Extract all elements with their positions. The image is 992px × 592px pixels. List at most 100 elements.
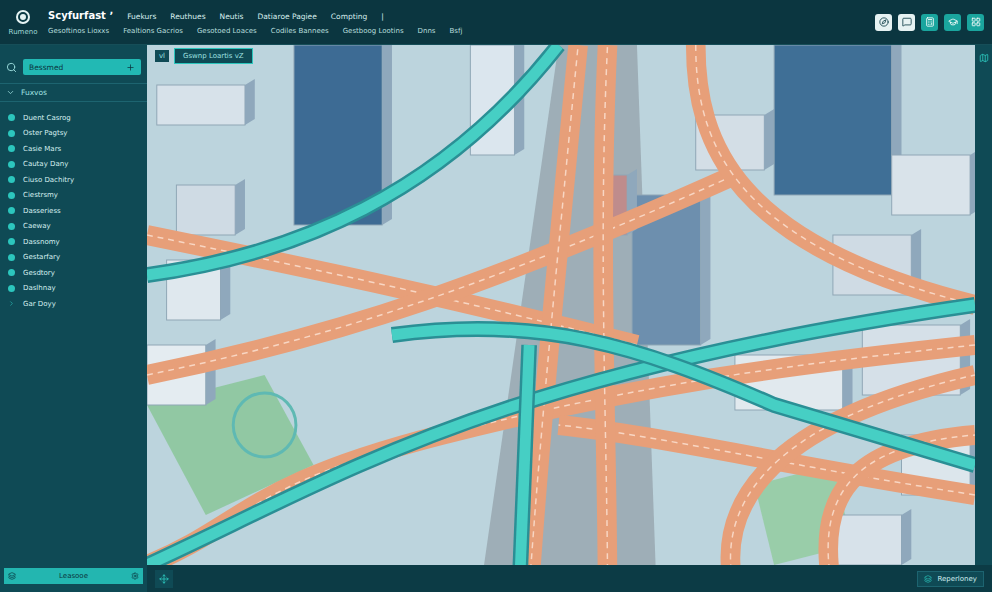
sidebar-item[interactable]: Duent Casrog <box>8 112 139 124</box>
building <box>833 509 911 565</box>
tool-icon <box>971 17 981 27</box>
logo-icon <box>15 9 31 25</box>
sidebar-item[interactable]: Caeway <box>8 221 139 233</box>
tool-icon <box>925 17 935 27</box>
sidebar-item-label: Gar Doyy <box>23 300 56 308</box>
submenu-item[interactable]: Gesotoed Loaces <box>197 27 257 35</box>
overpass <box>147 45 559 275</box>
sidebar-item-label: Casie Mars <box>23 145 61 153</box>
road <box>147 175 735 375</box>
sidebar-item[interactable]: Cautay Dany <box>8 159 139 171</box>
status-box[interactable]: Reperloney <box>917 571 984 587</box>
building <box>892 149 975 215</box>
layers-icon <box>8 572 16 580</box>
footer-button-label: Leasooe <box>59 572 88 580</box>
tool-button[interactable] <box>875 14 892 31</box>
add-icon[interactable] <box>126 63 135 72</box>
sidebar-item-label: Caeway <box>23 222 51 230</box>
menu-item[interactable]: Fuekurs <box>127 12 156 21</box>
tool-icon <box>902 17 912 27</box>
sidebar-item-label: Duent Casrog <box>23 114 71 122</box>
map-icon[interactable] <box>979 53 989 63</box>
logo[interactable]: Rumeno <box>0 0 46 44</box>
menu-row: Scyfurfast ʼ Fuekurs Reuthues Neutis Datiaro… <box>48 10 867 21</box>
chevron-down-icon <box>6 88 15 97</box>
sidebar-item[interactable]: Dassnomy <box>8 236 139 248</box>
sidebar-item[interactable]: Dasseriess <box>8 205 139 217</box>
road <box>603 45 607 565</box>
search-value: Bessmed <box>29 63 63 72</box>
submenu-item[interactable]: Fealtions Gacrios <box>123 27 183 35</box>
menu-item[interactable]: Reuthues <box>170 12 205 21</box>
sidebar-item-label: Oster Pagtsy <box>23 129 68 137</box>
section-title: Fuxvos <box>21 88 47 97</box>
sidebar-item-label: Ciestrsmy <box>23 191 58 199</box>
submenu-item[interactable]: Bsfj <box>450 27 463 35</box>
road <box>147 345 975 565</box>
map-tab[interactable]: Gswnp Loartis vZ <box>174 48 253 64</box>
menu-item[interactable]: Neutis <box>220 12 244 21</box>
tool-icon <box>879 17 889 27</box>
overpass <box>392 329 975 465</box>
sidebar-item[interactable]: Gestarfary <box>8 252 139 264</box>
search-field[interactable]: Bessmed <box>23 59 141 75</box>
move-button[interactable] <box>155 570 173 588</box>
layer-badge[interactable]: vl <box>155 50 169 62</box>
status-dot <box>8 192 15 199</box>
map-column: vl Gswnp Loartis vZ Reperloney <box>147 45 992 592</box>
roundabout <box>233 393 296 457</box>
submenu-item[interactable]: Dnns <box>418 27 436 35</box>
sidebar-item-label: Gestarfary <box>23 253 60 261</box>
layers-icon <box>924 575 932 583</box>
tool-button[interactable] <box>944 14 961 31</box>
menu-item[interactable]: Datiaroe Pagiee <box>257 12 316 21</box>
status-dot <box>8 161 15 168</box>
status-dot <box>8 223 15 230</box>
submenu-item[interactable]: Gesoftinos Lioxxs <box>48 27 109 35</box>
logo-label: Rumeno <box>9 28 38 36</box>
sidebar-item[interactable]: Gar Doyy <box>8 298 139 310</box>
top-bar: Rumeno Scyfurfast ʼ Fuekurs Reuthues Neutis D… <box>0 0 992 45</box>
sidebar-item[interactable]: Ciuso Dachitry <box>8 174 139 186</box>
status-dot <box>8 238 15 245</box>
status-dot <box>8 254 15 261</box>
sidebar-item-label: Ciuso Dachitry <box>23 176 74 184</box>
status-text: Reperloney <box>937 575 977 583</box>
status-dot <box>8 145 15 152</box>
menu-item[interactable]: | <box>381 12 384 21</box>
sidebar-item[interactable]: Daslhnay <box>8 283 139 295</box>
menu-area: Scyfurfast ʼ Fuekurs Reuthues Neutis Datiaro… <box>46 0 867 44</box>
sidebar-item-label: Cautay Dany <box>23 160 68 168</box>
sidebar-item[interactable]: Gesdtory <box>8 267 139 279</box>
move-icon <box>159 574 169 584</box>
app-title: Scyfurfast ʼ <box>48 10 113 21</box>
sidebar-item[interactable]: Ciestrsmy <box>8 190 139 202</box>
status-dot <box>8 130 15 137</box>
status-dot <box>8 176 15 183</box>
sidebar-item[interactable]: Casie Mars <box>8 143 139 155</box>
status-dot <box>8 269 15 276</box>
status-dot <box>8 114 15 121</box>
submenu-item[interactable]: Codiles Bannees <box>271 27 329 35</box>
tool-button[interactable] <box>921 14 938 31</box>
status-dot <box>8 207 15 214</box>
sidebar: Bessmed Fuxvos Duent Casrog Oster Pagtsy Cas… <box>0 45 147 592</box>
tool-button[interactable] <box>967 14 984 31</box>
sidebar-item[interactable]: Oster Pagtsy <box>8 128 139 140</box>
menu-item[interactable]: Compting <box>331 12 367 21</box>
section-header[interactable]: Fuxvos <box>0 83 147 102</box>
right-rail <box>975 45 992 565</box>
road <box>529 45 578 565</box>
map-view[interactable]: vl Gswnp Loartis vZ <box>147 45 975 565</box>
footer-button[interactable]: Leasooe <box>4 568 143 584</box>
tool-icon <box>948 17 958 27</box>
sidebar-item-label: Gesdtory <box>23 269 55 277</box>
tool-button[interactable] <box>898 14 915 31</box>
settings-icon <box>131 572 139 580</box>
tool-buttons <box>867 0 992 44</box>
city-map[interactable] <box>147 45 975 565</box>
building <box>157 79 255 125</box>
overpass <box>519 345 529 565</box>
overpass <box>147 305 975 565</box>
submenu-item[interactable]: Gestboog Lootins <box>343 27 404 35</box>
